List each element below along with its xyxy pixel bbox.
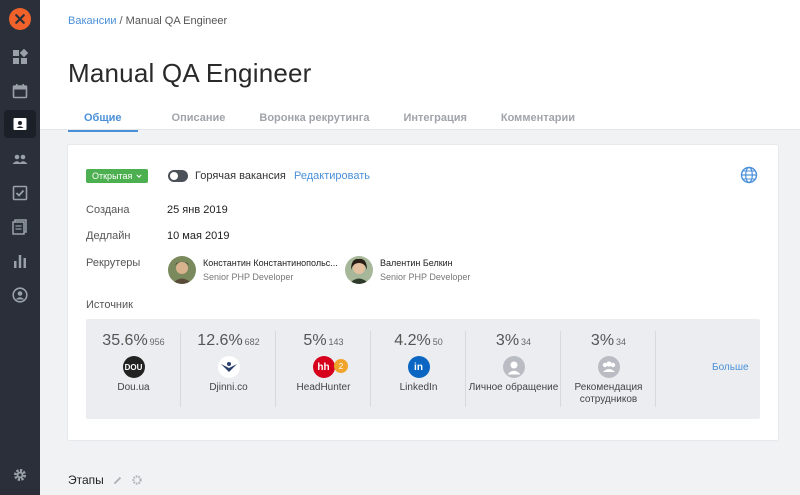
candidates-icon[interactable] (10, 149, 30, 169)
person-icon (502, 356, 525, 378)
chevron-down-icon (136, 174, 143, 178)
recruiter-name: Валентин Белкин (380, 258, 453, 268)
hot-vacancy-toggle[interactable] (168, 170, 188, 182)
tab-general[interactable]: Общие (68, 110, 138, 132)
vacancy-card: Открытая Горячая вакансия Редактировать … (68, 145, 778, 440)
calendar-icon[interactable] (10, 81, 30, 101)
page-title: Manual QA Engineer (68, 58, 312, 88)
profile-icon[interactable] (10, 285, 30, 305)
gear-icon[interactable] (131, 474, 143, 486)
status-label: Открытая (92, 171, 133, 181)
recruiter-card[interactable]: Валентин Белкин Senior PHP Developer (345, 256, 470, 284)
tasks-icon[interactable] (10, 183, 30, 203)
linkedin-logo-icon: in (407, 356, 430, 378)
dashboard-icon[interactable] (10, 47, 30, 67)
source-count: 34 (521, 337, 532, 347)
app-logo-icon[interactable] (9, 8, 31, 30)
recruiter-role: Senior PHP Developer (380, 272, 471, 282)
source-count: 34 (616, 337, 627, 347)
tab-recruiting-funnel[interactable]: Воронка рекрутинга (259, 110, 369, 132)
documents-icon[interactable] (10, 217, 30, 237)
sidebar (0, 0, 40, 495)
source-label: Источник (86, 299, 133, 311)
settings-gear-icon[interactable] (10, 465, 30, 485)
group-icon (597, 356, 620, 378)
sources-panel: 35.6% 956 DOU Dou.ua 12.6% 682 Djinni.co 5… (86, 319, 760, 419)
dou-logo-icon: DOU (122, 356, 145, 378)
more-sources-link[interactable]: Больше (712, 362, 749, 373)
tab-integration[interactable]: Интеграция (403, 110, 466, 132)
avatar (168, 256, 196, 284)
recruiters-label: Рекрутеры (86, 257, 141, 269)
avatar (345, 256, 373, 284)
breadcrumb: Вакансии / Manual QA Engineer (68, 15, 227, 27)
source-percent: 3% (590, 332, 615, 349)
djinni-logo-icon (217, 356, 240, 378)
vacancies-icon[interactable] (4, 110, 36, 138)
edit-link[interactable]: Редактировать (294, 170, 370, 182)
source-count: 956 (149, 337, 165, 347)
breadcrumb-separator: / (116, 15, 126, 27)
source-percent: 4.2% (394, 332, 431, 349)
recruiter-card[interactable]: Константин Константинопольс... Senior PH… (168, 256, 338, 284)
source-item-referral[interactable]: 3% 34 Рекомендация сотрудников (561, 319, 656, 419)
tab-comments[interactable]: Комментарии (501, 110, 575, 132)
source-percent: 12.6% (197, 332, 243, 349)
tab-bar: Общие Описание Воронка рекрутинга Интегр… (68, 110, 609, 132)
source-percent: 3% (495, 332, 520, 349)
tab-description[interactable]: Описание (172, 110, 226, 132)
source-count: 50 (432, 337, 443, 347)
source-name: HeadHunter (296, 382, 351, 393)
source-percent: 5% (303, 332, 327, 349)
recruiter-name: Константин Константинопольс... (203, 258, 338, 268)
analytics-icon[interactable] (10, 251, 30, 271)
deadline-value: 10 мая 2019 (167, 230, 230, 242)
pencil-icon[interactable] (112, 475, 123, 486)
source-count: 682 (244, 337, 260, 347)
source-item-personal[interactable]: 3% 34 Личное обращение (466, 319, 561, 419)
stages-title: Этапы (68, 473, 104, 487)
breadcrumb-link-vacancies[interactable]: Вакансии (68, 15, 117, 27)
created-value: 25 янв 2019 (167, 204, 228, 216)
source-name: Dou.ua (117, 382, 150, 393)
source-item-linkedin[interactable]: 4.2% 50 in LinkedIn (371, 319, 466, 419)
breadcrumb-current: Manual QA Engineer (125, 15, 228, 27)
notification-badge: 2 (334, 359, 348, 373)
stages-section: Этапы (68, 473, 143, 487)
status-dropdown[interactable]: Открытая (86, 169, 149, 183)
page-header: Вакансии / Manual QA Engineer Manual QA … (40, 0, 800, 132)
source-name: LinkedIn (399, 382, 438, 393)
source-item-djinni[interactable]: 12.6% 682 Djinni.co (181, 319, 276, 419)
source-item-headhunter[interactable]: 5% 143 hh 2 HeadHunter (276, 319, 371, 419)
source-name: Djinni.co (209, 382, 248, 393)
deadline-label: Дедлайн (86, 230, 131, 242)
headhunter-logo-icon: hh (312, 356, 335, 378)
created-label: Создана (86, 204, 130, 216)
hot-vacancy-label: Горячая вакансия (195, 170, 286, 182)
source-name: Личное обращение (468, 382, 559, 393)
source-name: Рекомендация сотрудников (574, 382, 643, 405)
globe-icon[interactable] (740, 166, 758, 184)
recruiter-role: Senior PHP Developer (203, 272, 294, 282)
source-count: 143 (328, 337, 344, 347)
source-item-dou[interactable]: 35.6% 956 DOU Dou.ua (86, 319, 181, 419)
source-percent: 35.6% (102, 332, 148, 349)
